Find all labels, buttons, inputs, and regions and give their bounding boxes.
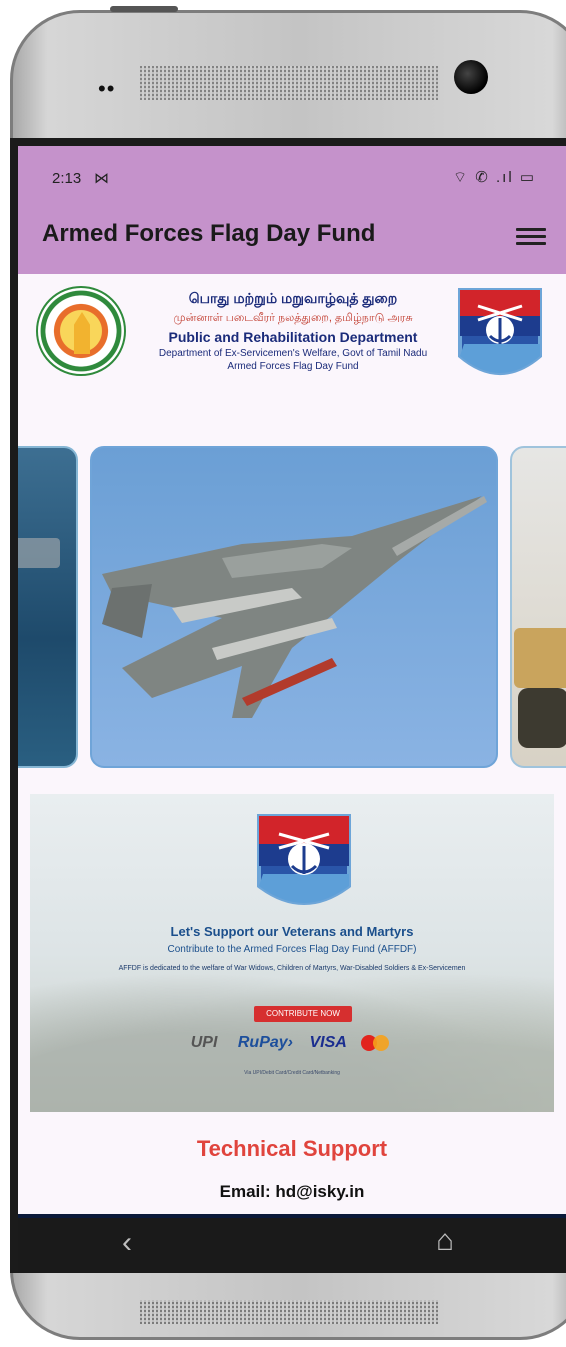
system-navigation-bar: ‹ ⌂ (18, 1218, 566, 1273)
contribute-description: AFFDF is dedicated to the welfare of War… (118, 965, 466, 972)
banner-dept-subtitle: Department of Ex-Servicemen's Welfare, G… (158, 348, 428, 359)
contribute-banner: Let's Support our Veterans and Martyrs C… (30, 794, 554, 1112)
rupay-logo-icon: RuPay› (237, 1034, 293, 1051)
fighter-jet-image (102, 496, 487, 718)
armed-forces-crest-icon (458, 288, 542, 375)
tamil-nadu-emblem-icon (36, 286, 126, 376)
mastercard-logo-icon (359, 1034, 393, 1051)
upi-logo-icon: UPI (190, 1034, 218, 1051)
banner-fund-name: Armed Forces Flag Day Fund (227, 361, 359, 372)
support-email[interactable]: Email: hd@isky.in (18, 1182, 566, 1202)
department-banner: பொது மற்றும் மறுவாழ்வுத் துறை முன்னாள் ப… (18, 274, 566, 404)
payment-note: Via UPI/Debit Card/Credit Card/Netbankin… (244, 1070, 340, 1076)
app-screen: 2:13 ⋈ ⌔ ✆ .ıl ▭ Armed Forces Flag Day F… (18, 146, 566, 1273)
banner-text: பொது மற்றும் மறுவாழ்வுத் துறை முன்னாள் ப… (128, 290, 458, 372)
app-bar: Armed Forces Flag Day Fund (18, 208, 566, 274)
app-title: Armed Forces Flag Day Fund (42, 220, 376, 247)
front-camera (454, 60, 488, 94)
armed-forces-crest-icon (257, 814, 351, 905)
sensor-dots: •• (98, 76, 116, 101)
power-button (110, 6, 178, 12)
status-time: 2:13 (52, 170, 82, 187)
carousel-slide-army-tank[interactable] (510, 446, 566, 768)
payment-methods: UPI RuPay› VISA (30, 1034, 554, 1052)
banner-dept-title: Public and Rehabilitation Department (168, 329, 418, 345)
banner-tamil-title: பொது மற்றும் மறுவாழ்வுத் துறை (188, 290, 398, 306)
hamburger-menu-icon[interactable] (516, 224, 546, 248)
technical-support-title: Technical Support (196, 1136, 388, 1161)
banner-tamil-subtitle: முன்னாள் படைவீரர் நலத்துறை, தமிழ்நாடு அர… (173, 312, 413, 324)
contribute-now-button[interactable]: CONTRIBUTE NOW (254, 1006, 352, 1022)
status-bar: 2:13 ⋈ ⌔ ✆ .ıl ▭ (18, 146, 566, 208)
mail-icon: ⋈ (94, 170, 109, 187)
visa-logo-icon: VISA (309, 1034, 347, 1051)
carousel-slide-fighter-jet[interactable] (90, 446, 498, 768)
carousel-slide-navy-ship[interactable] (18, 446, 78, 768)
back-icon[interactable]: ‹ (122, 1226, 132, 1260)
home-icon[interactable]: ⌂ (436, 1224, 454, 1258)
status-icons: ⌔ ✆ .ıl ▭ (452, 169, 536, 186)
contribute-headline: Let's Support our Veterans and Martyrs (170, 924, 414, 939)
image-carousel[interactable] (18, 446, 566, 768)
contribute-subheadline: Contribute to the Armed Forces Flag Day … (167, 944, 417, 955)
